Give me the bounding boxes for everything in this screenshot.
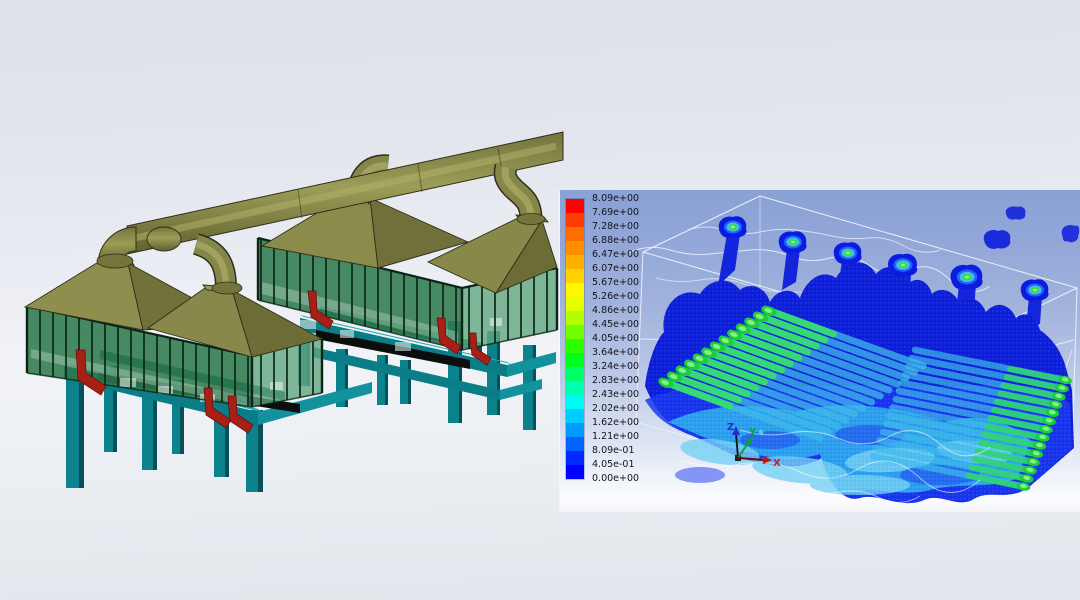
legend-color-segment — [566, 311, 584, 325]
legend-color-segment — [566, 465, 584, 479]
legend-value-label: 8.09e-01 — [592, 445, 635, 457]
legend-color-segment — [566, 381, 584, 395]
legend-value-label: 4.05e-01 — [592, 459, 635, 471]
legend-value-label: 2.02e+00 — [592, 403, 639, 415]
legend-value-label: 2.83e+00 — [592, 375, 639, 387]
legend-value-label: 1.62e+00 — [592, 417, 639, 429]
legend-color-segment — [566, 325, 584, 339]
legend-value-label: 3.64e+00 — [592, 347, 639, 359]
axis-x-label: X — [773, 458, 781, 469]
legend-color-segment — [566, 297, 584, 311]
legend-color-segment — [566, 423, 584, 437]
plain-blob — [984, 230, 1011, 249]
legend-value-label: 8.09e+00 — [592, 193, 639, 205]
duct-junction — [147, 227, 181, 251]
legend-value-label: 7.28e+00 — [592, 221, 639, 233]
cfd-legend: 8.09e+007.69e+007.28e+006.88e+006.47e+00… — [566, 199, 676, 499]
legend-value-label: 4.05e+00 — [592, 333, 639, 345]
axis-z-label: Z — [727, 422, 734, 433]
legend-color-segment — [566, 437, 584, 451]
duct-elbow-right-b — [505, 167, 545, 225]
legend-color-segment — [566, 199, 584, 213]
legend-color-segment — [566, 213, 584, 227]
duct-elbow-left-a — [97, 227, 136, 268]
axis-y-dot — [759, 430, 764, 435]
cfd-viewport: Z Y X 8.09e+00 7.69e+00 7.28e+00 6.88e+00 6.… — [560, 190, 1080, 512]
legend-color-segment — [566, 353, 584, 367]
legend-value-label: 6.47e+00 — [592, 249, 639, 261]
legend-value-label: 1.21e+00 — [592, 431, 639, 443]
plain-blob — [1062, 225, 1080, 242]
legend-color-segment — [566, 283, 584, 297]
legend-color-segment — [566, 451, 584, 465]
plain-blob — [1006, 206, 1026, 219]
composite-figure: Z Y X 8.09e+00 7.69e+00 7.28e+00 6.88e+00 6.… — [0, 0, 1080, 600]
legend-labels: 8.09e+007.69e+007.28e+006.88e+006.47e+00… — [592, 199, 672, 487]
legend-color-segment — [566, 227, 584, 241]
legend-value-label: 7.69e+00 — [592, 207, 639, 219]
legend-color-segment — [566, 339, 584, 353]
legend-color-segment — [566, 395, 584, 409]
legend-value-label: 2.43e+00 — [592, 389, 639, 401]
legend-color-segment — [566, 241, 584, 255]
legend-value-label: 5.26e+00 — [592, 291, 639, 303]
legend-value-label: 6.07e+00 — [592, 263, 639, 275]
legend-value-label: 3.24e+00 — [592, 361, 639, 373]
axis-y-label: Y — [748, 427, 757, 438]
legend-value-label: 4.45e+00 — [592, 319, 639, 331]
legend-colorbar — [566, 199, 584, 479]
legend-value-label: 4.86e+00 — [592, 305, 639, 317]
legend-color-segment — [566, 409, 584, 423]
legend-color-segment — [566, 255, 584, 269]
legend-color-segment — [566, 269, 584, 283]
legend-value-label: 5.67e+00 — [592, 277, 639, 289]
legend-color-segment — [566, 367, 584, 381]
duct-elbow-left-b — [196, 244, 242, 294]
legend-value-label: 6.88e+00 — [592, 235, 639, 247]
legend-value-label: 0.00e+00 — [592, 473, 639, 485]
